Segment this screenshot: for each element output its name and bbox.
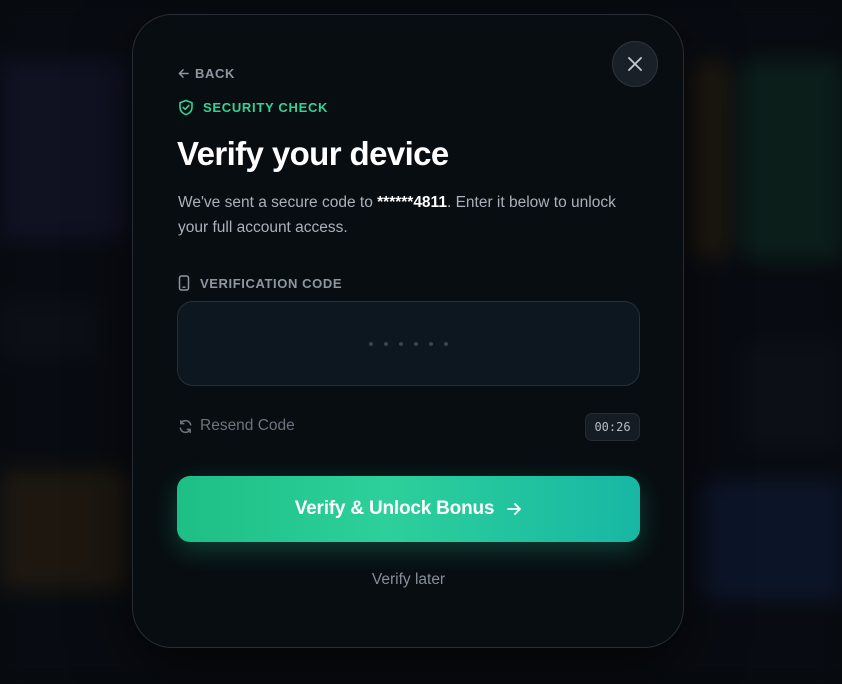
arrow-right-icon [507, 503, 522, 515]
verify-unlock-label: Verify & Unlock Bonus [294, 498, 495, 519]
code-slot-dot [444, 341, 448, 346]
security-check-badge: SECURITY CHECK [178, 99, 328, 116]
code-slot-dot [399, 341, 403, 346]
badge-label: SECURITY CHECK [203, 100, 329, 115]
description-prefix: We've sent a secure code to [178, 194, 378, 211]
verify-device-modal: BACK SECURITY CHECK Verify your device W… [132, 14, 684, 648]
back-label: BACK [195, 66, 235, 81]
close-button[interactable] [612, 41, 658, 87]
code-slot-dot [414, 341, 418, 346]
countdown-timer: 00:26 [585, 413, 640, 441]
resend-label: Resend Code [200, 417, 295, 434]
verification-code-label: VERIFICATION CODE [178, 275, 342, 291]
masked-phone-number: ******4811 [377, 194, 447, 211]
refresh-icon [179, 419, 192, 433]
verify-unlock-button[interactable]: Verify & Unlock Bonus [177, 476, 640, 542]
code-slot-dot [384, 341, 388, 346]
arrow-left-icon [178, 69, 189, 78]
resend-code-button[interactable]: Resend Code [178, 417, 295, 435]
verify-later-link[interactable]: Verify later [177, 571, 640, 589]
close-icon [628, 57, 642, 71]
code-slot-dot [429, 341, 433, 346]
back-link[interactable]: BACK [178, 66, 235, 81]
phone-icon [178, 275, 190, 291]
description: We've sent a secure code to ******4811. … [178, 190, 648, 240]
code-slot-dot [369, 341, 373, 346]
page-title: Verify your device [177, 135, 449, 172]
field-label-text: VERIFICATION CODE [200, 275, 343, 291]
verification-code-input[interactable] [177, 301, 640, 386]
shield-check-icon [179, 99, 193, 116]
